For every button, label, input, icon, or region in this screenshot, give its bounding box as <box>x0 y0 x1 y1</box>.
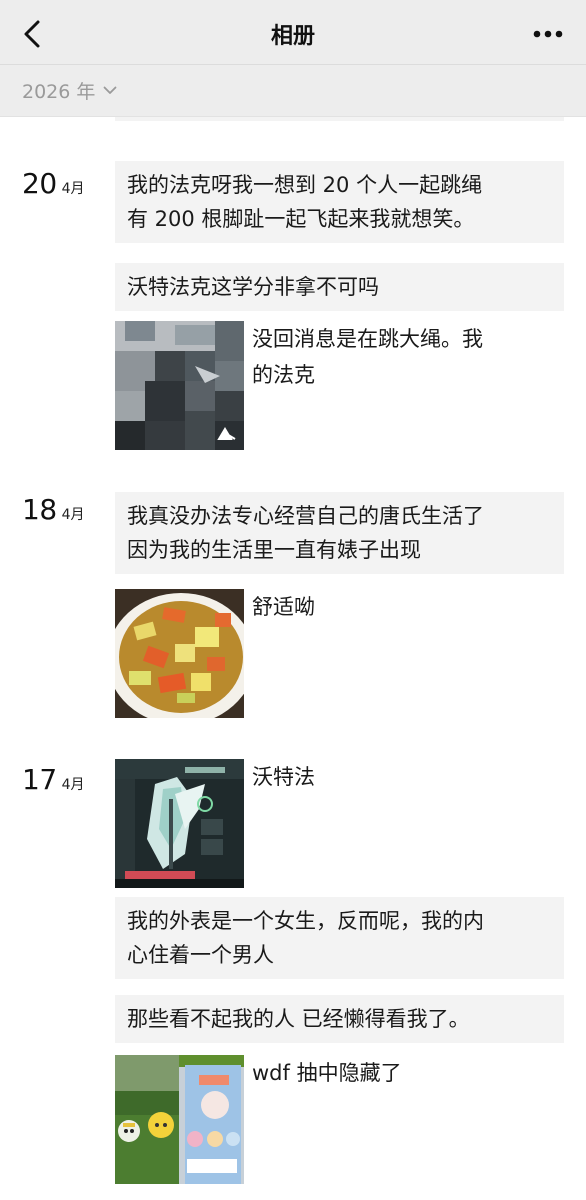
post-text-line: 沃特法克这学分非拿不可吗 <box>127 275 379 299</box>
day-number: 17 <box>22 763 57 796</box>
post-text-line: 我的外表是一个女生，反而呢，我的内 <box>127 909 484 933</box>
text-post[interactable]: 我真没办法专心经营自己的唐氏生活了 因为我的生活里一直有婊子出现 <box>115 492 564 574</box>
page-title: 相册 <box>270 24 315 49</box>
toy-figures-photo[interactable] <box>115 1055 244 1184</box>
photo-caption: wdf 抽中隐藏了 <box>252 1055 552 1091</box>
more-dots-icon <box>533 30 563 38</box>
caption-line: wdf 抽中隐藏了 <box>252 1061 402 1085</box>
chevron-down-icon <box>104 86 117 94</box>
post-text-line: 有 200 根脚趾一起飞起来我就想笑。 <box>127 207 475 231</box>
caption-line: 的法克 <box>252 363 315 387</box>
text-post[interactable]: 那些看不起我的人 已经懒得看我了。 <box>115 995 564 1043</box>
date-label: 17 4月 <box>22 763 85 796</box>
text-post[interactable]: 我的法克呀我一想到 20 个人一起跳绳 有 200 根脚趾一起飞起来我就想笑。 <box>115 161 564 243</box>
caption-line: 舒适呦 <box>252 595 315 619</box>
date-label: 20 4月 <box>22 167 85 200</box>
top-bar: 相册 2026 年 <box>0 0 586 117</box>
post-text-line: 心住着一个男人 <box>127 943 274 967</box>
album-timeline[interactable]: 20 4月 我的法克呀我一想到 20 个人一起跳绳 有 200 根脚趾一起飞起来… <box>0 117 586 1200</box>
day-number: 20 <box>22 167 57 200</box>
photo-post[interactable]: 没回消息是在跳大绳。我 的法克 <box>115 321 564 451</box>
month-label: 4月 <box>61 777 85 793</box>
photo-post[interactable]: 沃特法 <box>115 759 564 889</box>
navigation-bar: 相册 <box>0 0 586 66</box>
blurred-photo[interactable] <box>115 321 244 450</box>
post-text-line: 我的法克呀我一想到 20 个人一起跳绳 <box>127 173 483 197</box>
photo-caption: 没回消息是在跳大绳。我 的法克 <box>252 321 552 393</box>
text-post[interactable]: 沃特法克这学分非拿不可吗 <box>115 263 564 311</box>
post-text-line: 那些看不起我的人 已经懒得看我了。 <box>127 1007 470 1031</box>
photo-post[interactable]: 舒适呦 <box>115 589 564 719</box>
back-button[interactable] <box>14 16 50 52</box>
caption-line: 没回消息是在跳大绳。我 <box>252 327 483 351</box>
month-label: 4月 <box>61 181 85 197</box>
game-character-photo[interactable] <box>115 759 244 888</box>
year-filter-label: 2026 年 <box>22 80 96 103</box>
text-post[interactable]: 我的外表是一个女生，反而呢，我的内 心住着一个男人 <box>115 897 564 979</box>
post-text-line: 因为我的生活里一直有婊子出现 <box>127 538 421 562</box>
more-button[interactable] <box>528 18 568 50</box>
food-bowl-photo[interactable] <box>115 589 244 718</box>
date-label: 18 4月 <box>22 493 85 526</box>
month-label: 4月 <box>61 507 85 523</box>
photo-caption: 舒适呦 <box>252 589 552 625</box>
photo-post[interactable]: wdf 抽中隐藏了 <box>115 1055 564 1185</box>
chevron-left-icon <box>24 20 40 48</box>
nav-divider <box>0 64 586 65</box>
day-number: 18 <box>22 493 57 526</box>
photo-caption: 沃特法 <box>252 759 552 795</box>
caption-line: 沃特法 <box>252 765 315 789</box>
post-text-line: 我真没办法专心经营自己的唐氏生活了 <box>127 504 484 528</box>
year-filter[interactable]: 2026 年 <box>22 74 117 106</box>
previous-post-edge <box>115 117 564 121</box>
